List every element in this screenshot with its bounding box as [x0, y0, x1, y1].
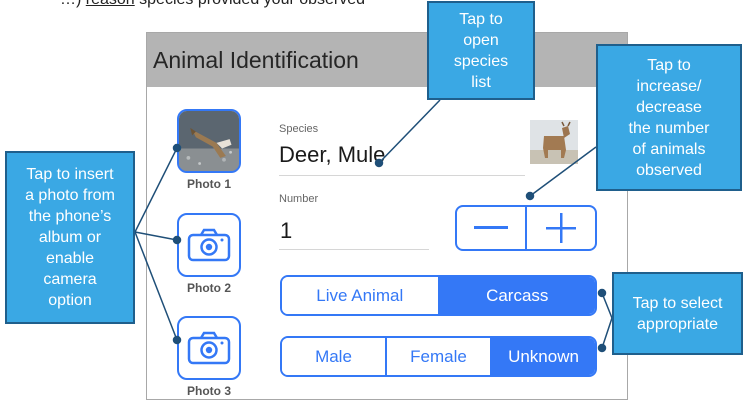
segment-carcass[interactable]: Carcass	[437, 277, 595, 314]
camera-icon[interactable]	[177, 213, 241, 277]
species-divider	[279, 175, 525, 176]
callout-species-list: Tap to open species list	[427, 1, 535, 100]
quantity-stepper[interactable]	[455, 205, 597, 251]
photo-label-3: Photo 3	[187, 384, 231, 398]
callout-photo-line-4: album or	[38, 229, 102, 246]
photo-slot-1[interactable]: Photo 1	[177, 109, 241, 191]
segment-live-animal[interactable]: Live Animal	[282, 277, 438, 314]
plus-icon	[546, 213, 576, 243]
callout-species-line-3: species	[453, 52, 509, 70]
callout-number-line-6: observed	[636, 161, 702, 179]
decrement-button[interactable]	[457, 207, 525, 249]
callout-photo-line-6: camera	[43, 271, 97, 288]
number-value[interactable]: 1	[280, 218, 292, 244]
callout-photo: Tap to insert a photo from the phone’s a…	[5, 151, 135, 324]
status-segmented-control[interactable]: Live Animal Carcass	[280, 275, 597, 316]
callout-number-line-3: decrease	[636, 98, 702, 116]
intro-text: …) reason species provided your observed	[60, 0, 365, 9]
minus-icon	[474, 226, 508, 229]
segment-unknown[interactable]: Unknown	[490, 338, 595, 375]
segment-female[interactable]: Female	[385, 338, 490, 375]
intro-text-before: …)	[60, 0, 86, 8]
deer-photo-thumbnail-icon[interactable]	[177, 109, 241, 173]
intro-text-underlined: reason	[86, 0, 135, 8]
callout-number: Tap to increase/ decrease the number of …	[596, 44, 742, 191]
callout-species-line-2: open	[463, 31, 499, 49]
species-value[interactable]: Deer, Mule	[279, 142, 385, 168]
callout-number-line-2: increase/	[636, 77, 702, 95]
photo-slot-2[interactable]: Photo 2	[177, 213, 241, 295]
increment-button[interactable]	[525, 207, 595, 249]
callout-number-line-4: the number	[628, 119, 710, 137]
callout-photo-line-1: Tap to insert	[26, 166, 114, 183]
segment-male[interactable]: Male	[282, 338, 385, 375]
callout-number-line-5: of animals	[632, 140, 706, 158]
callout-select-line-2: appropriate	[637, 315, 718, 333]
number-divider	[279, 249, 429, 250]
sex-segmented-control[interactable]: Male Female Unknown	[280, 336, 597, 377]
page-title: Animal Identification	[153, 47, 359, 73]
species-label: Species	[279, 123, 319, 135]
photo-label-1: Photo 1	[187, 177, 231, 191]
callout-number-line-1: Tap to	[647, 56, 691, 74]
callout-species-line-1: Tap to	[459, 10, 503, 28]
callout-select-line-1: Tap to select	[632, 294, 723, 312]
callout-photo-line-3: the phone’s	[28, 208, 112, 225]
callout-photo-line-5: enable	[45, 250, 95, 267]
photo-slot-3[interactable]: Photo 3	[177, 316, 241, 398]
photo-label-2: Photo 2	[187, 281, 231, 295]
number-label: Number	[279, 193, 319, 205]
panel-header: Animal Identification	[147, 33, 627, 87]
deer-thumbnail-icon	[530, 120, 578, 164]
callout-photo-line-2: a photo from	[25, 187, 115, 204]
callout-species-line-4: list	[471, 73, 491, 91]
callout-select: Tap to select appropriate	[612, 272, 743, 355]
callout-photo-line-7: option	[48, 292, 92, 309]
intro-text-after: species provided your observed	[135, 0, 365, 8]
camera-icon[interactable]	[177, 316, 241, 380]
